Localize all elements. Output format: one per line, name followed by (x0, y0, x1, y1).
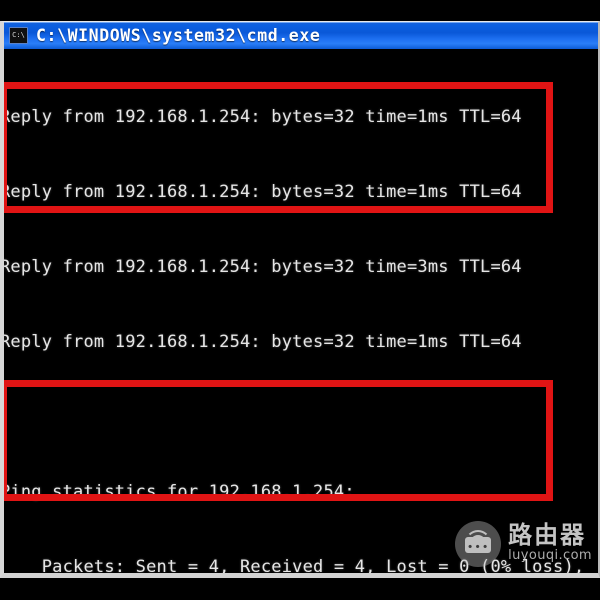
console-text-buffer: Reply from 192.168.1.254: bytes=32 time=… (4, 55, 598, 573)
window-title-bar[interactable]: C:\ C:\WINDOWS\system32\cmd.exe (4, 22, 598, 49)
cmd-prompt-icon: C:\ (9, 27, 28, 44)
command-prompt-window: C:\ C:\WINDOWS\system32\cmd.exe Reply fr… (0, 21, 600, 578)
console-line: Ping statistics for 192.168.1.254: (4, 482, 355, 502)
console-line: Reply from 192.168.1.254: bytes=32 time=… (4, 257, 522, 277)
console-output-area[interactable]: Reply from 192.168.1.254: bytes=32 time=… (4, 49, 598, 573)
console-line: Reply from 192.168.1.254: bytes=32 time=… (4, 332, 522, 352)
console-line: Reply from 192.168.1.254: bytes=32 time=… (4, 107, 522, 127)
screenshot-root: C:\ C:\WINDOWS\system32\cmd.exe Reply fr… (0, 0, 600, 600)
window-title-text: C:\WINDOWS\system32\cmd.exe (36, 26, 321, 45)
console-line: Reply from 192.168.1.254: bytes=32 time=… (4, 182, 522, 202)
console-line: Packets: Sent = 4, Received = 4, Lost = … (4, 557, 585, 573)
